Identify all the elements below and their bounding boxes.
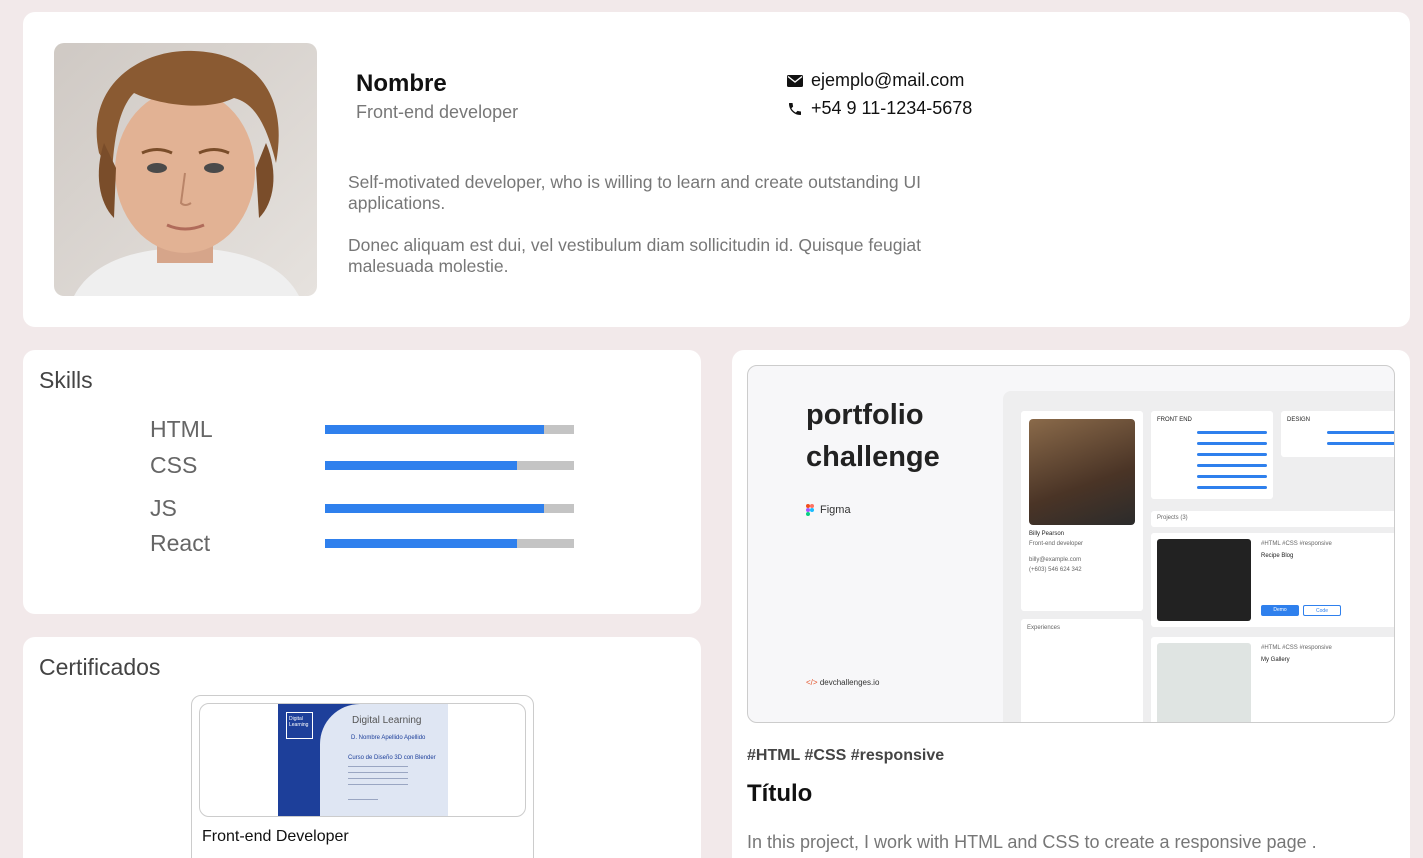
- certificate-document: Digital Learning Digital Learning D. Nom…: [278, 704, 448, 816]
- skill-bar-html: [325, 425, 574, 434]
- mock-role: Front-end developer: [1029, 541, 1084, 547]
- profile-photo: [54, 43, 317, 296]
- contact-email[interactable]: ejemplo@mail.com: [787, 70, 964, 91]
- profile-card: Nombre Front-end developer ejemplo@mail.…: [23, 12, 1410, 327]
- skill-bar-fill: [325, 504, 545, 513]
- skill-name-react: React: [150, 530, 211, 556]
- mock-experiences: Experiences: [1027, 625, 1061, 631]
- mock-tags-1: #HTML #CSS #responsive: [1261, 541, 1332, 547]
- mock-projects: Projects (3): [1157, 515, 1188, 521]
- certificate-title: Front-end Developer: [202, 828, 349, 845]
- mock-email: billy@example.com: [1029, 557, 1082, 563]
- code-icon: </>: [806, 678, 818, 687]
- mock-project-1: Recipe Blog: [1261, 553, 1294, 559]
- project-image[interactable]: portfolio challenge Figma </> devchallen…: [747, 365, 1395, 723]
- devchallenges-label: </> devchallenges.io: [806, 678, 879, 687]
- figma-icon: [806, 504, 814, 516]
- phone-text: +54 9 11-1234-5678: [811, 98, 973, 118]
- mock-code-button: Code: [1303, 605, 1341, 616]
- mock-name: Billy Pearson: [1029, 531, 1065, 537]
- project-image-title: portfolio challenge: [806, 399, 940, 473]
- profile-name: Nombre: [356, 70, 447, 97]
- mock-design: DESIGN: [1287, 417, 1311, 423]
- certificate-course: Curso de Diseño 3D con Blender: [348, 755, 436, 761]
- profile-bio: Self-motivated developer, who is willing…: [348, 172, 921, 213]
- skills-card: Skills HTML CSS JS React: [23, 350, 701, 614]
- skill-name-html: HTML: [150, 416, 213, 442]
- skill-bar-react: [325, 539, 574, 548]
- skill-bar-fill: [325, 425, 545, 434]
- portfolio-mockup: Billy Pearson Front-end developer billy@…: [1003, 391, 1394, 722]
- skill-bar-fill: [325, 461, 517, 470]
- certificates-card: Certificados Digital Learning Digital Le…: [23, 637, 701, 858]
- mock-project-2: My Gallery: [1261, 657, 1290, 663]
- figma-label: Figma: [806, 504, 851, 516]
- project-tags: #HTML #CSS #responsive: [747, 747, 945, 764]
- devchallenges-text: devchallenges.io: [819, 678, 880, 687]
- mock-front-end: FRONT END: [1157, 417, 1192, 423]
- skill-bar-css: [325, 461, 574, 470]
- skill-name-js: JS: [150, 495, 177, 521]
- profile-role: Front-end developer: [356, 102, 519, 122]
- figma-text: Figma: [820, 504, 851, 516]
- certificate-item[interactable]: Digital Learning Digital Learning D. Nom…: [191, 695, 534, 858]
- skills-title: Skills: [39, 367, 93, 393]
- mock-photo: [1029, 419, 1135, 525]
- skill-bar-js: [325, 504, 574, 513]
- mail-icon: [787, 74, 803, 87]
- mock-tags-2: #HTML #CSS #responsive: [1261, 645, 1332, 651]
- project-description: In this project, I work with HTML and CS…: [747, 832, 1317, 852]
- phone-icon: [789, 102, 801, 115]
- certificates-title: Certificados: [39, 654, 161, 680]
- certificate-recipient: D. Nombre Apellido Apellido: [351, 735, 426, 741]
- certificate-logo: Digital Learning: [286, 712, 313, 739]
- mock-phone: (+603) 546 624 342: [1029, 567, 1082, 573]
- mock-demo-button: Demo: [1261, 605, 1299, 616]
- project-card: portfolio challenge Figma </> devchallen…: [732, 350, 1410, 858]
- contact-phone[interactable]: +54 9 11-1234-5678: [787, 98, 972, 119]
- profile-bio-secondary: Donec aliquam est dui, vel vestibulum di…: [348, 235, 921, 276]
- skill-name-css: CSS: [150, 452, 198, 478]
- certificate-heading: Digital Learning: [352, 715, 422, 726]
- certificate-image[interactable]: Digital Learning Digital Learning D. Nom…: [199, 703, 526, 817]
- project-title: Título: [747, 780, 813, 807]
- email-text: ejemplo@mail.com: [811, 70, 965, 90]
- skill-bar-fill: [325, 539, 517, 548]
